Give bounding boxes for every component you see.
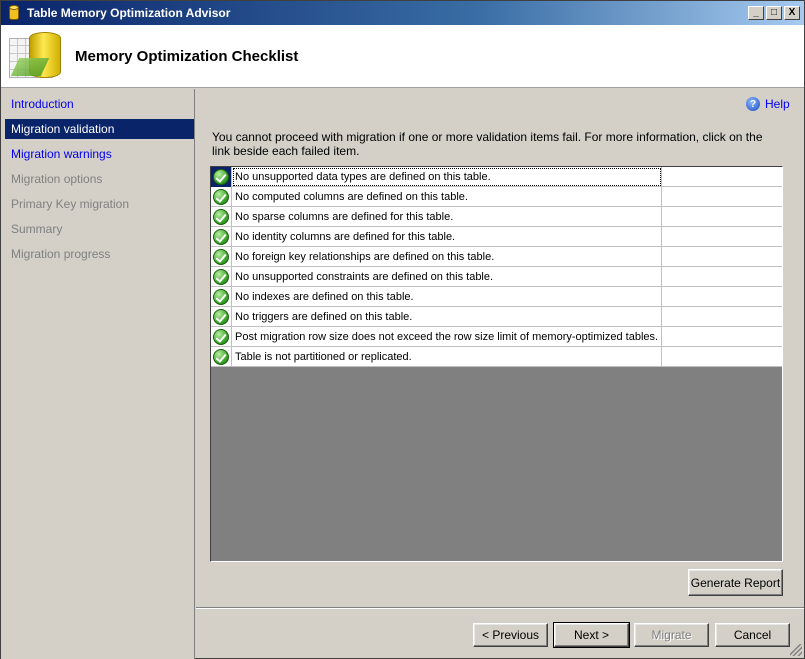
help-icon: ?	[746, 97, 760, 111]
check-passed-icon	[213, 229, 229, 245]
checklist-row[interactable]: No unsupported constraints are defined o…	[211, 267, 782, 287]
more-info-link-cell	[662, 167, 782, 187]
database-icon	[7, 4, 21, 22]
checklist-row[interactable]: No triggers are defined on this table.	[211, 307, 782, 327]
status-cell	[211, 327, 232, 347]
check-passed-icon	[213, 249, 229, 265]
nav-item-migration-validation[interactable]: Migration validation	[5, 119, 194, 139]
maximize-button[interactable]: □	[766, 6, 782, 20]
memory-optimization-icon	[9, 30, 61, 82]
cancel-button[interactable]: Cancel	[715, 623, 790, 647]
nav-divider	[194, 89, 195, 659]
generate-report-button[interactable]: Generate Report	[688, 569, 783, 596]
window-controls: _ □ X	[748, 6, 800, 20]
next-label: Next >	[573, 628, 609, 642]
more-info-link-cell	[662, 227, 782, 247]
checklist-row[interactable]: No unsupported data types are defined on…	[211, 167, 782, 187]
check-passed-icon	[213, 209, 229, 225]
status-cell	[211, 167, 232, 187]
more-info-link-cell	[662, 327, 782, 347]
more-info-link-cell	[662, 187, 782, 207]
close-button[interactable]: X	[784, 6, 800, 20]
checklist-item-text: No identity columns are defined for this…	[232, 227, 662, 247]
checklist-row[interactable]: No indexes are defined on this table.	[211, 287, 782, 307]
minimize-button[interactable]: _	[748, 6, 764, 20]
checklist-row[interactable]: No computed columns are defined on this …	[211, 187, 782, 207]
check-passed-icon	[213, 169, 229, 185]
previous-label: < Previous	[481, 628, 540, 642]
status-cell	[211, 207, 232, 227]
check-passed-icon	[213, 189, 229, 205]
help-link[interactable]: ? Help	[746, 97, 790, 111]
more-info-link-cell	[662, 307, 782, 327]
more-info-link-cell	[662, 247, 782, 267]
more-info-link-cell	[662, 287, 782, 307]
cancel-label: Cancel	[733, 628, 772, 642]
advisor-window: Table Memory Optimization Advisor _ □ X …	[0, 0, 805, 659]
checklist-item-text: No sparse columns are defined for this t…	[232, 207, 662, 227]
checklist-row[interactable]: No sparse columns are defined for this t…	[211, 207, 782, 227]
status-cell	[211, 287, 232, 307]
footer-divider	[196, 607, 804, 609]
resize-grip[interactable]	[790, 644, 802, 656]
status-cell	[211, 267, 232, 287]
checklist-item-text: No unsupported constraints are defined o…	[232, 267, 662, 287]
validation-info-text: You cannot proceed with migration if one…	[212, 130, 763, 158]
nav-item-primary-key-migration: Primary Key migration	[11, 197, 130, 211]
previous-button[interactable]: < Previous	[473, 623, 548, 647]
status-cell	[211, 187, 232, 207]
status-cell	[211, 247, 232, 267]
migrate-label: Migrate	[651, 628, 692, 642]
checklist-item-text: No triggers are defined on this table.	[232, 307, 662, 327]
next-button[interactable]: Next >	[553, 622, 630, 648]
check-passed-icon	[213, 289, 229, 305]
checklist-item-text: No unsupported data types are defined on…	[232, 167, 662, 187]
nav-item-migration-options: Migration options	[11, 172, 103, 186]
more-info-link-cell	[662, 207, 782, 227]
checklist-item-text: No indexes are defined on this table.	[232, 287, 662, 307]
checklist-row[interactable]: Post migration row size does not exceed …	[211, 327, 782, 347]
title-bar[interactable]: Table Memory Optimization Advisor _ □ X	[1, 1, 804, 25]
checklist-item-text: No foreign key relationships are defined…	[232, 247, 662, 267]
help-label: Help	[765, 97, 790, 111]
check-passed-icon	[213, 329, 229, 345]
check-passed-icon	[213, 269, 229, 285]
checklist-row[interactable]: No identity columns are defined for this…	[211, 227, 782, 247]
status-cell	[211, 307, 232, 327]
check-passed-icon	[213, 349, 229, 365]
nav-item-migration-warnings[interactable]: Migration warnings	[5, 144, 194, 164]
checklist-row[interactable]: Table is not partitioned or replicated.	[211, 347, 782, 367]
migrate-button[interactable]: Migrate	[634, 623, 709, 647]
checklist-item-text: Post migration row size does not exceed …	[232, 327, 662, 347]
window-title: Table Memory Optimization Advisor	[27, 6, 231, 20]
checklist-item-text: Table is not partitioned or replicated.	[232, 347, 662, 367]
check-passed-icon	[213, 309, 229, 325]
status-cell	[211, 347, 232, 367]
more-info-link-cell	[662, 267, 782, 287]
nav-item-summary: Summary	[11, 222, 63, 236]
page-title: Memory Optimization Checklist	[75, 47, 299, 65]
nav-item-migration-progress: Migration progress	[11, 247, 111, 261]
validation-checklist-grid[interactable]: No unsupported data types are defined on…	[210, 166, 783, 562]
status-cell	[211, 227, 232, 247]
checklist-item-text: No computed columns are defined on this …	[232, 187, 662, 207]
nav-item-introduction[interactable]: Introduction	[5, 94, 194, 114]
more-info-link-cell	[662, 347, 782, 367]
checklist-row[interactable]: No foreign key relationships are defined…	[211, 247, 782, 267]
page-header: Memory Optimization Checklist	[1, 25, 804, 88]
